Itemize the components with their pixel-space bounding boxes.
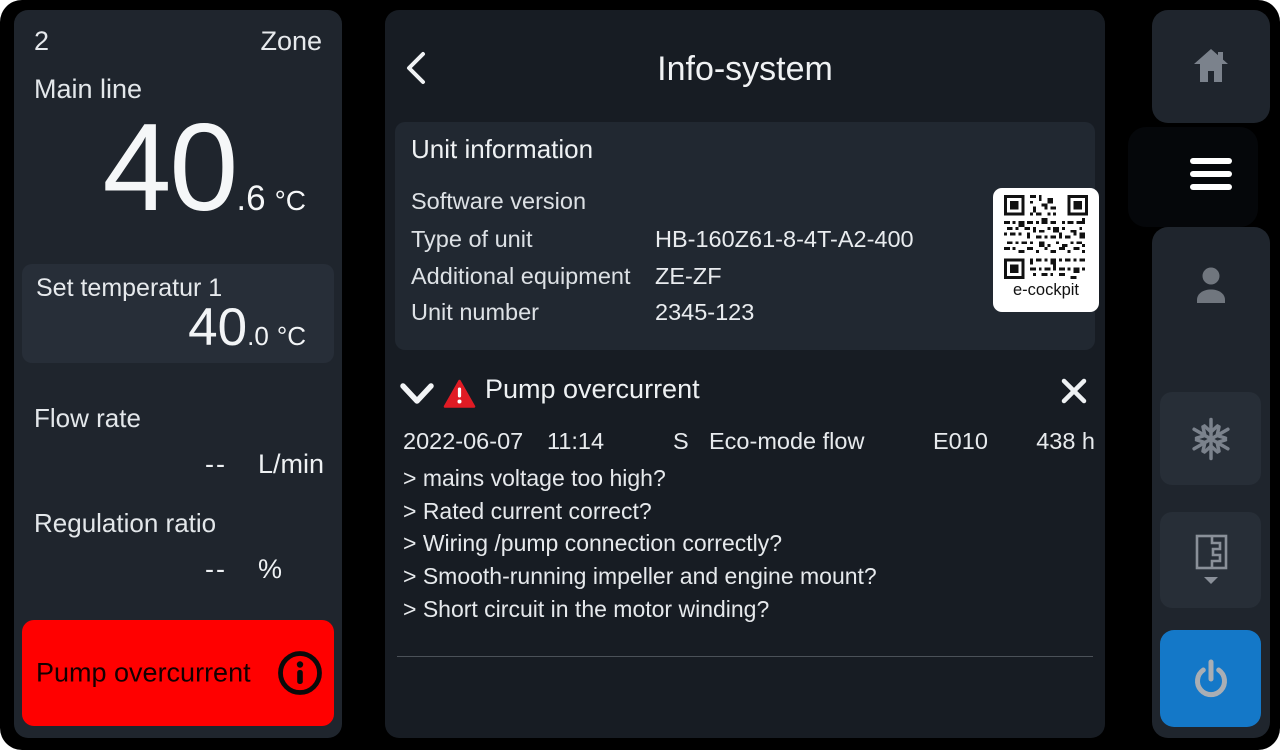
regulation-ratio-unit: % <box>258 554 282 585</box>
software-version-label: Software version <box>411 188 586 215</box>
alarm-checklist-item: > Short circuit in the motor winding? <box>403 596 769 623</box>
alarm-checklist-item: > Rated current correct? <box>403 498 652 525</box>
power-icon <box>1187 655 1235 703</box>
warning-icon <box>443 379 476 414</box>
additional-equipment-label: Additional equipment <box>411 263 631 290</box>
alarm-hours: 438 h <box>1036 428 1095 455</box>
alarm-name: Eco-mode flow <box>709 428 864 455</box>
alarm-title: Pump overcurrent <box>485 374 700 405</box>
additional-equipment-value: ZE-ZF <box>655 263 722 290</box>
info-icon[interactable] <box>276 649 324 697</box>
qr-code-card: e-cockpit <box>993 188 1099 312</box>
set-temperature-card[interactable]: Set temperatur 1 40.0°C <box>22 264 334 363</box>
main-temperature-value: 40.6 °C <box>102 106 306 230</box>
mold-dropdown-icon <box>1188 531 1234 589</box>
page-title: Info-system <box>385 50 1105 89</box>
main-temp-decimal: .6 <box>236 179 265 219</box>
divider <box>397 656 1093 657</box>
sidebar-item-mold[interactable] <box>1160 512 1261 608</box>
type-of-unit-label: Type of unit <box>411 226 533 253</box>
power-button[interactable] <box>1160 630 1261 727</box>
regulation-ratio-label: Regulation ratio <box>34 508 216 539</box>
sidebar-item-home[interactable] <box>1152 10 1270 123</box>
info-system-panel: Info-system Unit information Software ve… <box>385 10 1105 738</box>
zone-label: Zone <box>260 26 322 57</box>
alarm-banner[interactable]: Pump overcurrent <box>22 620 334 726</box>
zone-panel: 2 Zone Main line 40.6°C Set temperatur 1… <box>14 10 342 738</box>
sidebar-lower-section <box>1152 227 1270 738</box>
set-temp-decimal: .0 <box>247 321 269 352</box>
qr-code <box>1004 195 1088 279</box>
device-screen: 2 Zone Main line 40.6°C Set temperatur 1… <box>0 0 1280 750</box>
unit-number-label: Unit number <box>411 299 539 326</box>
menu-icon <box>1190 158 1232 197</box>
alarm-checklist-item: > Wiring /pump connection correctly? <box>403 530 782 557</box>
sidebar-item-menu[interactable] <box>1128 127 1258 227</box>
zone-number: 2 <box>34 26 49 57</box>
snowflake-icon <box>1185 413 1237 465</box>
type-of-unit-value: HB-160Z61-8-4T-A2-400 <box>655 226 914 253</box>
unit-information-title: Unit information <box>411 134 593 165</box>
regulation-ratio-value: -- <box>205 554 227 585</box>
sidebar-item-cooling[interactable] <box>1160 392 1261 485</box>
alarm-time: 11:14 <box>547 428 604 455</box>
alarm-date: 2022-06-07 <box>403 428 523 455</box>
alarm-code: E010 <box>933 428 988 455</box>
main-temp-integer: 40 <box>102 106 236 230</box>
unit-information-card: Unit information Software version Type o… <box>395 122 1095 350</box>
flow-rate-unit: L/min <box>258 449 324 480</box>
chevron-down-icon[interactable] <box>399 382 435 413</box>
set-temperature-value: 40.0 °C <box>188 301 306 354</box>
flow-rate-label: Flow rate <box>34 403 141 434</box>
unit-number-value: 2345-123 <box>655 299 754 326</box>
close-icon[interactable] <box>1059 376 1089 411</box>
flow-rate-value: -- <box>205 449 227 480</box>
alarm-code-letter: S <box>673 428 689 455</box>
alarm-banner-label: Pump overcurrent <box>36 658 251 689</box>
main-temp-unit: °C <box>275 185 306 217</box>
set-temp-integer: 40 <box>188 301 247 354</box>
set-temp-unit: °C <box>277 321 306 352</box>
qr-caption: e-cockpit <box>993 282 1099 299</box>
home-icon <box>1189 44 1233 88</box>
alarm-checklist-item: > Smooth-running impeller and engine mou… <box>403 563 877 590</box>
user-icon[interactable] <box>1184 261 1238 315</box>
alarm-checklist-item: > mains voltage too high? <box>403 465 666 492</box>
